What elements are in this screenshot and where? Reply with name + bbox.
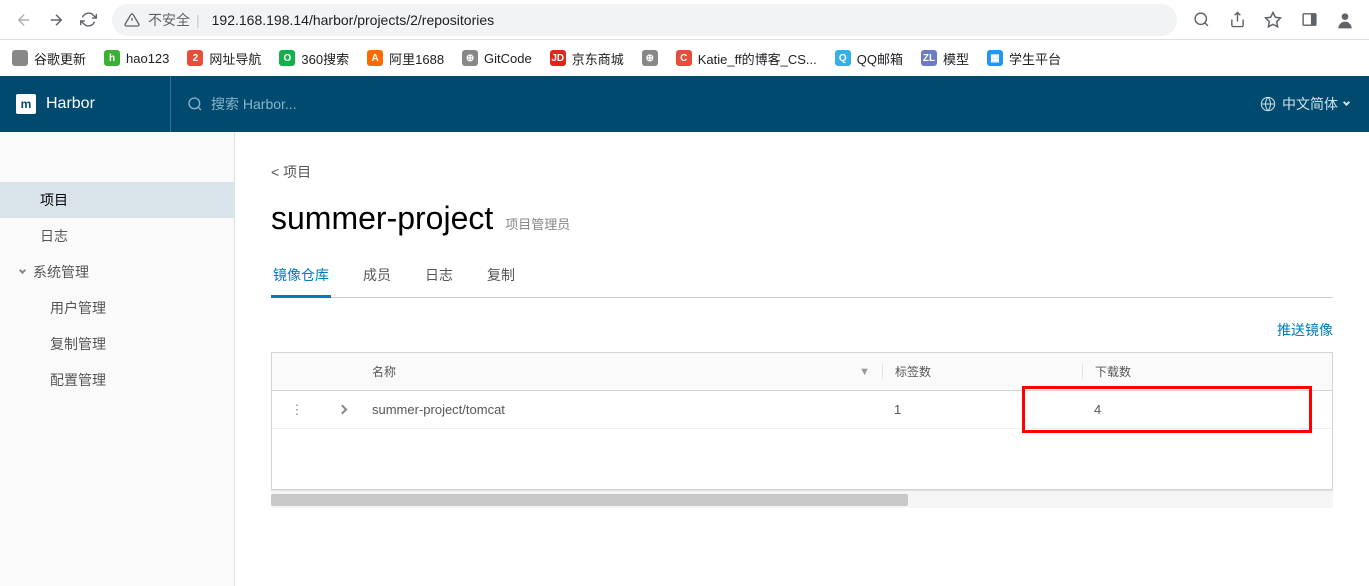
bookmark-favicon: Q (835, 50, 851, 66)
bookmark-item[interactable]: ⊕ (642, 50, 658, 66)
bookmark-label: 谷歌更新 (34, 49, 86, 68)
security-status: 不安全 (148, 10, 190, 30)
bookmark-item[interactable]: O 360搜索 (279, 49, 349, 68)
sidebar-group-label: 系统管理 (33, 262, 89, 282)
bookmark-label: 网址导航 (209, 49, 261, 68)
bookmark-item[interactable]: 2 网址导航 (187, 49, 261, 68)
not-secure-icon (124, 12, 140, 28)
sidebar-group-admin[interactable]: 系统管理 (0, 254, 234, 290)
url-text: 192.168.198.14/harbor/projects/2/reposit… (212, 12, 495, 28)
role-badge: 项目管理员 (505, 214, 570, 233)
harbor-logo-icon: m (16, 94, 36, 114)
content-area: < 项目 summer-project 项目管理员 镜像仓库成员日志复制 推送镜… (235, 132, 1369, 586)
bookmark-item[interactable]: ⊕ GitCode (462, 50, 532, 66)
harbor-logo[interactable]: m Harbor (0, 94, 170, 114)
sidebar: 项目日志 系统管理 用户管理复制管理配置管理 (0, 132, 235, 586)
horizontal-scrollbar[interactable] (271, 490, 1333, 508)
bookmark-item[interactable]: h hao123 (104, 50, 169, 66)
bookmark-favicon (12, 50, 28, 66)
col-downloads[interactable]: 下载数 (1082, 363, 1332, 380)
panel-icon[interactable] (1293, 4, 1325, 36)
globe-icon (1260, 96, 1276, 112)
repo-table: 名称 ▼ 标签数 下载数 ⋮ summer-project/tomcat 1 4 (271, 352, 1333, 490)
bookmark-item[interactable]: ZL 模型 (921, 49, 969, 68)
back-button[interactable] (8, 4, 40, 36)
bookmark-item[interactable]: ▦ 学生平台 (987, 49, 1061, 68)
language-selector[interactable]: 中文简体 (1240, 94, 1369, 114)
bookmark-favicon: C (676, 50, 692, 66)
repo-downloads-count: 4 (1082, 402, 1332, 417)
col-tags[interactable]: 标签数 (882, 363, 1082, 380)
bookmark-label: 模型 (943, 49, 969, 68)
repo-name[interactable]: summer-project/tomcat (362, 402, 882, 417)
share-icon[interactable] (1221, 4, 1253, 36)
harbor-search[interactable] (170, 76, 427, 132)
sidebar-item[interactable]: 项目 (0, 182, 234, 218)
language-label: 中文简体 (1282, 94, 1338, 114)
tab[interactable]: 成员 (361, 265, 393, 297)
bookmarks-bar: 谷歌更新 h hao123 2 网址导航 O 360搜索 A 阿里1688 ⊕ GitCode JD 京… (0, 40, 1369, 76)
search-icon (187, 96, 203, 112)
table-header: 名称 ▼ 标签数 下载数 (272, 353, 1332, 391)
app-name: Harbor (46, 95, 95, 113)
harbor-header: m Harbor 中文简体 (0, 76, 1369, 132)
bookmark-label: hao123 (126, 51, 169, 66)
bookmark-item[interactable]: A 阿里1688 (367, 49, 444, 68)
push-image-link[interactable]: 推送镜像 (1277, 320, 1333, 340)
sidebar-item[interactable]: 日志 (0, 218, 234, 254)
forward-button[interactable] (40, 4, 72, 36)
table-row: ⋮ summer-project/tomcat 1 4 (272, 391, 1332, 429)
bookmark-label: 阿里1688 (389, 49, 444, 68)
bookmark-label: QQ邮箱 (857, 49, 903, 68)
bookmark-star-icon[interactable] (1257, 4, 1289, 36)
bookmark-label: 360搜索 (301, 49, 349, 68)
reload-button[interactable] (72, 4, 104, 36)
bookmark-favicon: 2 (187, 50, 203, 66)
bookmark-label: 学生平台 (1009, 49, 1061, 68)
bookmark-label: GitCode (484, 51, 532, 66)
bookmark-favicon: A (367, 50, 383, 66)
bookmark-favicon: O (279, 50, 295, 66)
bookmark-favicon: ⊕ (462, 50, 478, 66)
sidebar-item[interactable]: 用户管理 (0, 290, 234, 326)
zoom-icon[interactable] (1185, 4, 1217, 36)
search-input[interactable] (211, 96, 411, 112)
tab[interactable]: 复制 (485, 265, 517, 297)
sidebar-item[interactable]: 复制管理 (0, 326, 234, 362)
scrollbar-thumb[interactable] (271, 494, 908, 506)
repo-tags-count: 1 (882, 402, 1082, 417)
bookmark-label: 京东商城 (572, 49, 624, 68)
tab[interactable]: 日志 (423, 265, 455, 297)
bookmark-favicon: JD (550, 50, 566, 66)
bookmark-favicon: ⊕ (642, 50, 658, 66)
browser-toolbar: 不安全 | 192.168.198.14/harbor/projects/2/r… (0, 0, 1369, 40)
bookmark-label: Katie_ff的博客_CS... (698, 49, 817, 68)
row-actions-menu[interactable]: ⋮ (272, 402, 322, 418)
sidebar-item[interactable]: 配置管理 (0, 362, 234, 398)
bookmark-favicon: ZL (921, 50, 937, 66)
bookmark-favicon: h (104, 50, 120, 66)
chevron-down-icon (1343, 99, 1350, 106)
tabs: 镜像仓库成员日志复制 (271, 265, 1333, 298)
filter-icon[interactable]: ▼ (859, 366, 870, 378)
url-bar[interactable]: 不安全 | 192.168.198.14/harbor/projects/2/r… (112, 4, 1177, 36)
tab[interactable]: 镜像仓库 (271, 265, 331, 298)
profile-icon[interactable] (1329, 4, 1361, 36)
bookmark-item[interactable]: 谷歌更新 (12, 49, 86, 68)
bookmark-item[interactable]: JD 京东商城 (550, 49, 624, 68)
row-expand-toggle[interactable] (322, 406, 362, 413)
breadcrumb-link[interactable]: < 项目 (271, 164, 311, 180)
bookmark-item[interactable]: Q QQ邮箱 (835, 49, 903, 68)
col-name[interactable]: 名称 ▼ (362, 363, 882, 380)
page-title: summer-project (271, 200, 493, 237)
bookmark-item[interactable]: C Katie_ff的博客_CS... (676, 49, 817, 68)
bookmark-favicon: ▦ (987, 50, 1003, 66)
breadcrumb[interactable]: < 项目 (271, 162, 1333, 182)
chevron-down-icon (19, 267, 26, 274)
